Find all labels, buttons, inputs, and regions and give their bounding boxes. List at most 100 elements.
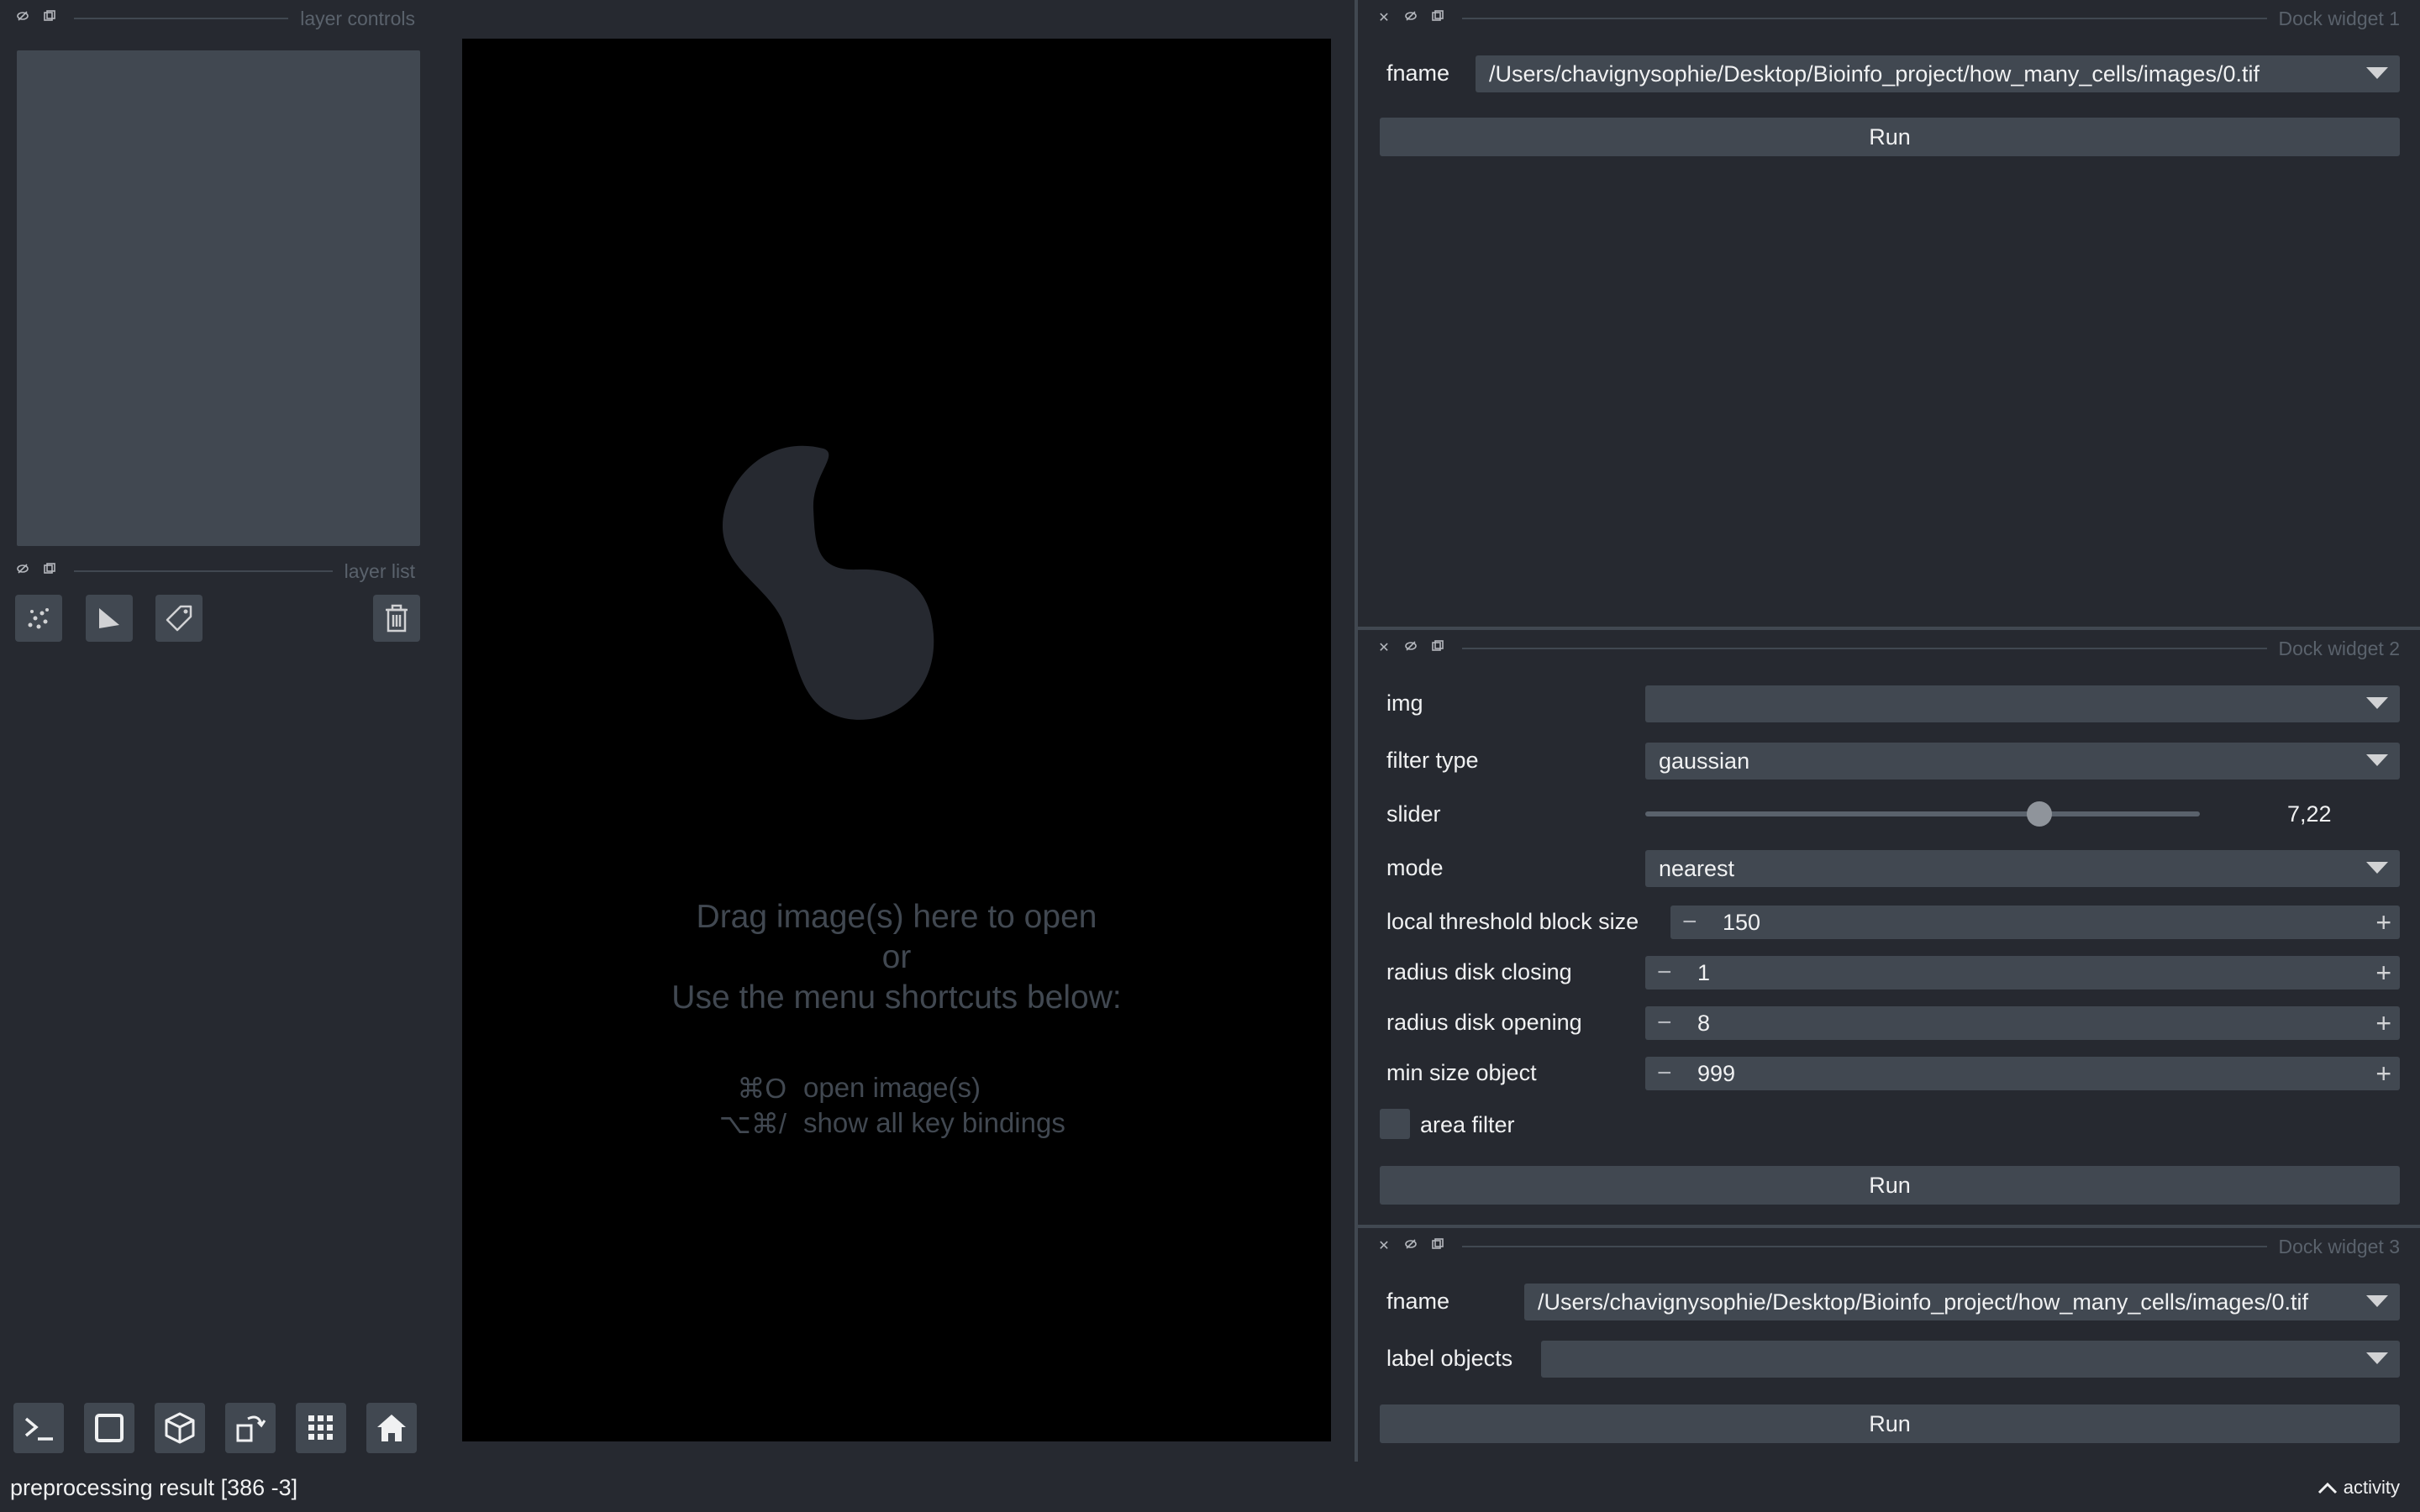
close-icon[interactable]: ✕: [1375, 9, 1393, 28]
dock2-min-size-value: 999: [1697, 1061, 1736, 1086]
chevron-up-icon: [2317, 1482, 2337, 1494]
float-eye-icon[interactable]: [1402, 1237, 1420, 1256]
layer-controls-title: layer controls: [300, 7, 415, 29]
layer-list-titlebar: layer list: [13, 560, 415, 582]
points-layer-icon: [28, 608, 49, 629]
dock2-mode-value: nearest: [1659, 855, 1735, 881]
dock-widget-1-title: Dock widget 1: [2278, 7, 2400, 29]
dock3-run-button[interactable]: Run: [1380, 1404, 2400, 1443]
welcome-line-2: or: [881, 939, 912, 975]
roll-dims-button[interactable]: [225, 1403, 276, 1453]
delete-layer-icon: [386, 604, 408, 633]
dock-splitter-2[interactable]: [1358, 1225, 2420, 1228]
dock2-min-size-label: min size object: [1386, 1060, 1537, 1085]
float-eye-icon[interactable]: [1402, 639, 1420, 658]
dock2-closing-label: radius disk closing: [1386, 959, 1572, 984]
dock2-block-size-label: local threshold block size: [1386, 909, 1639, 934]
increment-icon[interactable]: +: [2375, 906, 2391, 939]
dock3-fname-combo[interactable]: /Users/chavignysophie/Desktop/Bioinfo_pr…: [1524, 1284, 2400, 1320]
dock2-opening-label: radius disk opening: [1386, 1010, 1582, 1035]
float-eye-icon[interactable]: [13, 9, 32, 28]
napari-logo-icon: [723, 445, 934, 720]
chevron-down-icon: [2366, 754, 2388, 766]
ndisplay-button[interactable]: [84, 1403, 134, 1453]
dock1-run-button[interactable]: Run: [1380, 118, 2400, 156]
status-text: preprocessing result [386 -3]: [10, 1475, 298, 1500]
dock3-fname-label: fname: [1386, 1289, 1450, 1314]
dock2-block-size-spinbox[interactable]: − 150 +: [1670, 906, 2400, 939]
dock3-label-objects-label: label objects: [1386, 1346, 1513, 1371]
console-icon: [24, 1417, 53, 1441]
dock3-label-objects-combo[interactable]: [1541, 1341, 2400, 1378]
chevron-down-icon: [2366, 1352, 2388, 1364]
dock2-run-button[interactable]: Run: [1380, 1166, 2400, 1205]
decrement-icon[interactable]: −: [1657, 1006, 1672, 1040]
chevron-down-icon: [2366, 697, 2388, 709]
chevron-down-icon: [2366, 67, 2388, 79]
grid-icon: [308, 1415, 333, 1440]
float-window-icon[interactable]: [40, 9, 59, 28]
dock2-area-filter-checkbox[interactable]: [1380, 1109, 1410, 1139]
shortcut-keybindings-key: ⌥⌘/: [718, 1108, 786, 1139]
shortcut-keybindings-label: show all key bindings: [803, 1107, 1065, 1138]
dock2-mode-combo[interactable]: nearest: [1645, 850, 2400, 887]
float-window-icon[interactable]: [1428, 639, 1447, 658]
dock-area-divider[interactable]: [1355, 0, 1358, 1462]
dock1-fname-value: /Users/chavignysophie/Desktop/Bioinfo_pr…: [1489, 60, 2260, 87]
dock-widget-2-title: Dock widget 2: [2278, 637, 2400, 659]
activity-label: activity: [2343, 1477, 2400, 1498]
slider-handle[interactable]: [2026, 801, 2052, 827]
dock2-filter-type-value: gaussian: [1659, 748, 1750, 774]
dock2-filter-type-label: filter type: [1386, 748, 1479, 773]
roll-dims-icon: [236, 1415, 266, 1442]
welcome-line-1: Drag image(s) here to open: [696, 899, 1097, 935]
layer-controls-panel: [17, 50, 420, 546]
dock2-filter-type-combo[interactable]: gaussian: [1645, 743, 2400, 780]
dock-splitter-1[interactable]: [1358, 627, 2420, 630]
dock1-fname-combo[interactable]: /Users/chavignysophie/Desktop/Bioinfo_pr…: [1476, 55, 2400, 92]
decrement-icon[interactable]: −: [1657, 1057, 1672, 1090]
dock2-img-combo[interactable]: [1645, 685, 2400, 722]
3d-view-button[interactable]: [155, 1403, 205, 1453]
decrement-icon[interactable]: −: [1682, 906, 1697, 939]
new-labels-layer-button[interactable]: [155, 595, 203, 642]
titlebar-divider: [74, 18, 289, 19]
dock2-slider[interactable]: [1645, 801, 2200, 827]
home-button[interactable]: [366, 1403, 417, 1453]
dock2-img-label: img: [1386, 690, 1423, 716]
decrement-icon[interactable]: −: [1657, 956, 1672, 990]
float-eye-icon[interactable]: [13, 562, 32, 580]
dock2-min-size-spinbox[interactable]: − 999 +: [1645, 1057, 2400, 1090]
dock-widget-3-titlebar: ✕ Dock widget 3: [1375, 1236, 2400, 1257]
new-shapes-layer-button[interactable]: [86, 595, 133, 642]
titlebar-divider: [74, 570, 333, 572]
increment-icon[interactable]: +: [2375, 956, 2391, 990]
viewer-canvas[interactable]: Drag image(s) here to open or Use the me…: [462, 39, 1331, 1441]
dock2-opening-spinbox[interactable]: − 8 +: [1645, 1006, 2400, 1040]
titlebar-divider: [1462, 1246, 2267, 1247]
float-eye-icon[interactable]: [1402, 9, 1420, 28]
dock-widget-2-titlebar: ✕ Dock widget 2: [1375, 638, 2400, 659]
float-window-icon[interactable]: [1428, 9, 1447, 28]
new-points-layer-button[interactable]: [15, 595, 62, 642]
console-button[interactable]: [13, 1403, 64, 1453]
shapes-layer-icon: [99, 608, 119, 628]
shortcut-open-label: open image(s): [803, 1072, 981, 1103]
slider-track: [1645, 811, 2200, 816]
grid-view-button[interactable]: [296, 1403, 346, 1453]
layer-controls-titlebar: layer controls: [13, 8, 415, 29]
close-icon[interactable]: ✕: [1375, 1237, 1393, 1256]
delete-layer-button[interactable]: [373, 595, 420, 642]
increment-icon[interactable]: +: [2375, 1057, 2391, 1090]
close-icon[interactable]: ✕: [1375, 639, 1393, 658]
float-window-icon[interactable]: [40, 562, 59, 580]
float-window-icon[interactable]: [1428, 1237, 1447, 1256]
3d-cube-icon: [165, 1412, 195, 1444]
dock-widget-3-title: Dock widget 3: [2278, 1235, 2400, 1257]
dock3-fname-value: /Users/chavignysophie/Desktop/Bioinfo_pr…: [1538, 1289, 2308, 1315]
dock2-closing-spinbox[interactable]: − 1 +: [1645, 956, 2400, 990]
increment-icon[interactable]: +: [2375, 1006, 2391, 1040]
chevron-down-icon: [2366, 862, 2388, 874]
square-icon: [95, 1414, 124, 1442]
activity-button[interactable]: activity: [2317, 1477, 2400, 1499]
